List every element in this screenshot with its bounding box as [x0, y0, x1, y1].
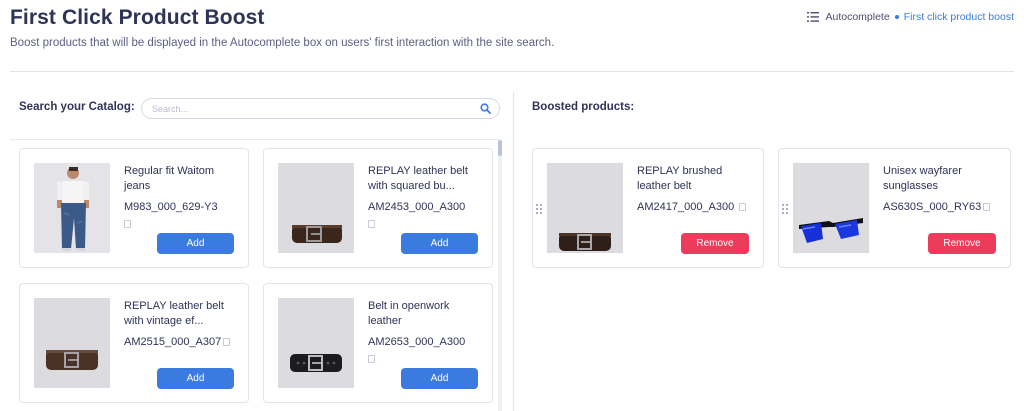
sunglasses-image: [793, 163, 869, 253]
product-name: REPLAY leather belt with squared bu...: [368, 165, 468, 192]
product-sku-text: AS630S_000_RY63: [883, 201, 982, 213]
breadcrumb-parent-link[interactable]: Autocomplete: [825, 11, 889, 23]
product-sku: M983_000_629-Y3: [124, 201, 218, 213]
boosted-products-label: Boosted products:: [532, 101, 635, 113]
remove-button[interactable]: Remove: [681, 233, 749, 254]
drag-handle-icon[interactable]: [536, 204, 542, 215]
copy-icon[interactable]: [368, 355, 375, 363]
product-image: [34, 163, 110, 253]
product-image: [34, 298, 110, 388]
list-icon: [807, 12, 820, 22]
product-name: Regular fit Waitom jeans: [124, 165, 215, 192]
search-icon[interactable]: [480, 103, 491, 114]
add-button[interactable]: Add: [401, 233, 478, 254]
product-image: [278, 163, 354, 253]
add-button[interactable]: Add: [401, 368, 478, 389]
product-image: [547, 163, 623, 253]
header-divider: [10, 71, 1014, 72]
product-sku: AM2453_000_A300: [368, 201, 466, 213]
add-button[interactable]: Add: [157, 368, 234, 389]
catalog-product-card: Regular fit Waitom jeans M983_000_629-Y3…: [19, 148, 249, 268]
product-name: Unisex wayfarer sunglasses: [883, 165, 962, 192]
product-name: Belt in openwork leather: [368, 300, 450, 327]
add-button[interactable]: Add: [157, 233, 234, 254]
copy-icon[interactable]: [124, 220, 131, 228]
catalog-product-card: REPLAY leather belt with vintage ef... A…: [19, 283, 249, 403]
search-catalog-label: Search your Catalog:: [19, 101, 135, 113]
boosted-product-card[interactable]: REPLAY brushed leather belt AM2417_000_A…: [532, 148, 764, 268]
copy-icon[interactable]: [739, 203, 746, 211]
catalog-search-box[interactable]: [141, 98, 500, 119]
copy-icon[interactable]: [983, 203, 991, 211]
product-sku-text: AM2515_000_A307: [124, 336, 222, 348]
drag-handle-icon[interactable]: [782, 204, 788, 215]
jeans-model-image: [34, 163, 110, 253]
product-sku: AM2515_000_A307: [124, 336, 231, 348]
black-belt-image: [278, 298, 354, 388]
column-divider: [513, 92, 514, 411]
brown-belt-image: [34, 298, 110, 388]
breadcrumb-current: First click product boost: [903, 11, 1014, 23]
remove-button[interactable]: Remove: [928, 233, 996, 254]
catalog-product-card: Belt in openwork leather AM2653_000_A300…: [263, 283, 493, 403]
brown-belt-image: [547, 163, 623, 253]
copy-icon[interactable]: [223, 338, 231, 346]
page-title: First Click Product Boost: [10, 6, 265, 29]
breadcrumb-separator: [894, 15, 899, 19]
catalog-product-card: REPLAY leather belt with squared bu... A…: [263, 148, 493, 268]
product-image: [278, 298, 354, 388]
product-sku: AM2417_000_A300: [637, 201, 735, 213]
boosted-product-card[interactable]: Unisex wayfarer sunglasses AS630S_000_RY…: [778, 148, 1011, 268]
catalog-scrollbar[interactable]: [498, 140, 502, 411]
product-sku: AS630S_000_RY63: [883, 201, 991, 213]
product-name: REPLAY brushed leather belt: [637, 165, 723, 192]
product-image: [793, 163, 869, 253]
product-name: REPLAY leather belt with vintage ef...: [124, 300, 224, 327]
catalog-list-top-border: [10, 139, 500, 140]
brown-belt-image: [278, 163, 354, 253]
breadcrumb: Autocomplete First click product boost: [807, 11, 1014, 23]
catalog-scrollbar-thumb[interactable]: [498, 140, 502, 156]
catalog-search-input[interactable]: [152, 103, 472, 115]
product-sku: AM2653_000_A300: [368, 336, 466, 348]
copy-icon[interactable]: [368, 220, 375, 228]
page-subtitle: Boost products that will be displayed in…: [10, 37, 555, 49]
